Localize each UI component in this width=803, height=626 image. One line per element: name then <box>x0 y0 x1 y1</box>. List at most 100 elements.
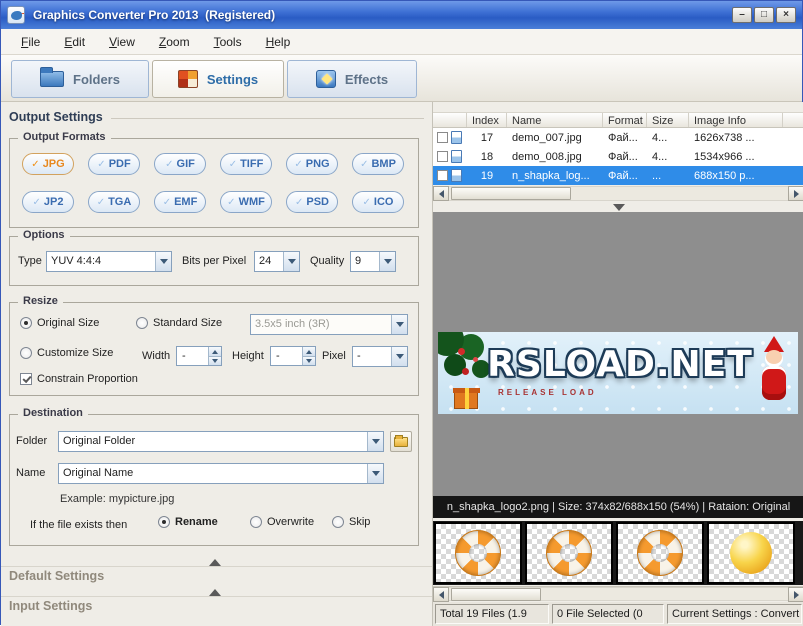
menu-file[interactable]: File <box>9 31 52 53</box>
format-wmf-button[interactable]: ✓ WMF <box>220 191 272 213</box>
check-icon: ✓ <box>229 159 237 170</box>
scroll-right-icon[interactable] <box>788 186 803 201</box>
minimize-icon[interactable]: – <box>732 7 752 23</box>
type-value: YUV 4:4:4 <box>47 252 155 271</box>
select-column-header[interactable] <box>433 113 467 127</box>
check-icon: ✓ <box>227 197 235 208</box>
skip-radio[interactable]: Skip <box>332 516 370 528</box>
chevron-down-icon[interactable] <box>283 252 299 271</box>
scroll-right-icon[interactable] <box>788 587 803 602</box>
banner-text: RSLOAD.NET <box>478 344 762 385</box>
size-column-header[interactable]: Size <box>647 113 689 127</box>
maximize-icon[interactable]: □ <box>754 7 774 23</box>
format-jp2-button[interactable]: ✓ JP2 <box>22 191 74 213</box>
spin-up-icon[interactable] <box>208 347 221 356</box>
menu-edit[interactable]: Edit <box>52 31 97 53</box>
menu-tools[interactable]: Tools <box>202 31 254 53</box>
thumbnail-lifebuoy[interactable] <box>525 522 613 584</box>
scrollbar-track[interactable] <box>449 186 788 201</box>
customize-size-radio[interactable]: Customize Size <box>20 347 113 359</box>
format-ico-button[interactable]: ✓ ICO <box>352 191 404 213</box>
close-icon[interactable]: × <box>776 7 796 23</box>
thumbnail-lifebuoy[interactable] <box>434 522 522 584</box>
chevron-down-icon[interactable] <box>391 315 407 334</box>
bits-select[interactable]: 24 <box>254 251 300 272</box>
browse-folder-button[interactable] <box>390 431 412 452</box>
cell-name: n_shapka_log... <box>507 170 603 182</box>
row-checkbox[interactable] <box>437 170 448 181</box>
original-size-radio[interactable]: Original Size <box>20 317 99 329</box>
row-checkbox[interactable] <box>437 151 448 162</box>
scrollbar-thumb[interactable] <box>451 588 541 601</box>
format-bmp-button[interactable]: ✓ BMP <box>352 153 404 175</box>
input-settings-header[interactable]: Input Settings <box>9 599 424 613</box>
window-title: Graphics Converter Pro 2013 (Registered) <box>33 8 732 22</box>
format-jpg-button[interactable]: ✓ JPG <box>22 153 74 175</box>
format-tiff-button[interactable]: ✓ TIFF <box>220 153 272 175</box>
table-row-selected[interactable]: 19 n_shapka_log... Фай... ... 688x150 p.… <box>433 166 803 185</box>
standard-size-radio[interactable]: Standard Size <box>136 317 222 329</box>
format-tga-button[interactable]: ✓ TGA <box>88 191 140 213</box>
chevron-down-icon[interactable] <box>367 432 383 451</box>
thumbnail-lightbulb[interactable] <box>707 522 795 584</box>
standard-size-value: 3.5x5 inch (3R) <box>251 315 391 334</box>
imageinfo-column-header[interactable]: Image Info <box>689 113 783 127</box>
image-file-icon <box>451 169 462 182</box>
name-select[interactable]: Original Name <box>58 463 384 484</box>
scroll-left-icon[interactable] <box>433 186 449 201</box>
preview-status-bar: n_shapka_logo2.png | Size: 374x82/688x15… <box>433 496 803 518</box>
check-icon: ✓ <box>360 159 368 170</box>
destination-title: Destination <box>18 407 88 419</box>
cell-size: 4... <box>647 132 689 144</box>
height-stepper[interactable]: - <box>270 346 316 366</box>
format-gif-button[interactable]: ✓ GIF <box>154 153 206 175</box>
options-title: Options <box>18 229 70 241</box>
scroll-left-icon[interactable] <box>433 587 449 602</box>
chevron-down-icon[interactable] <box>391 347 407 366</box>
spin-down-icon[interactable] <box>208 356 221 365</box>
tab-effects[interactable]: Effects <box>287 60 417 98</box>
rename-radio[interactable]: Rename <box>158 516 218 528</box>
scrollbar-track[interactable] <box>449 587 788 601</box>
format-psd-button[interactable]: ✓ PSD <box>286 191 338 213</box>
effects-icon <box>316 70 336 88</box>
chevron-down-icon[interactable] <box>155 252 171 271</box>
table-row[interactable]: 18 demo_008.jpg Фай... 4... 1534x966 ... <box>433 147 803 166</box>
preview-image: RSLOAD.NET RELEASE LOAD <box>438 332 798 414</box>
name-column-header[interactable]: Name <box>507 113 603 127</box>
width-stepper[interactable]: - <box>176 346 222 366</box>
default-settings-header[interactable]: Default Settings <box>9 569 424 583</box>
table-row[interactable]: 17 demo_007.jpg Фай... 4... 1626x738 ... <box>433 128 803 147</box>
bits-value: 24 <box>255 252 283 271</box>
format-png-button[interactable]: ✓ PNG <box>286 153 338 175</box>
standard-size-select[interactable]: 3.5x5 inch (3R) <box>250 314 408 335</box>
overwrite-radio[interactable]: Overwrite <box>250 516 314 528</box>
index-column-header[interactable]: Index <box>467 113 507 127</box>
tab-folders[interactable]: Folders <box>11 60 149 98</box>
chevron-down-icon[interactable] <box>379 252 395 271</box>
input-settings-collapse-handle[interactable] <box>1 587 432 598</box>
spin-down-icon[interactable] <box>302 356 315 365</box>
spin-up-icon[interactable] <box>302 347 315 356</box>
pixel-select[interactable]: - <box>352 346 408 367</box>
thumbnail-lifebuoy[interactable] <box>616 522 704 584</box>
chevron-down-icon[interactable] <box>367 464 383 483</box>
row-select-cell <box>433 169 467 182</box>
cell-info: 688x150 p... <box>689 170 783 182</box>
format-column-header[interactable]: Format <box>603 113 647 127</box>
tab-settings[interactable]: Settings <box>152 60 284 98</box>
menu-view[interactable]: View <box>97 31 147 53</box>
quality-select[interactable]: 9 <box>350 251 396 272</box>
folder-select[interactable]: Original Folder <box>58 431 384 452</box>
list-preview-splitter[interactable] <box>433 201 803 212</box>
format-pdf-button[interactable]: ✓ PDF <box>88 153 140 175</box>
type-select[interactable]: YUV 4:4:4 <box>46 251 172 272</box>
format-emf-button[interactable]: ✓ EMF <box>154 191 206 213</box>
default-settings-collapse-handle[interactable] <box>1 557 432 568</box>
constrain-proportion-checkbox[interactable]: Constrain Proportion <box>20 373 138 385</box>
row-checkbox[interactable] <box>437 132 448 143</box>
toolbar: Folders Settings Effects <box>1 55 802 102</box>
menu-zoom[interactable]: Zoom <box>147 31 202 53</box>
scrollbar-thumb[interactable] <box>451 187 571 200</box>
menu-help[interactable]: Help <box>254 31 303 53</box>
